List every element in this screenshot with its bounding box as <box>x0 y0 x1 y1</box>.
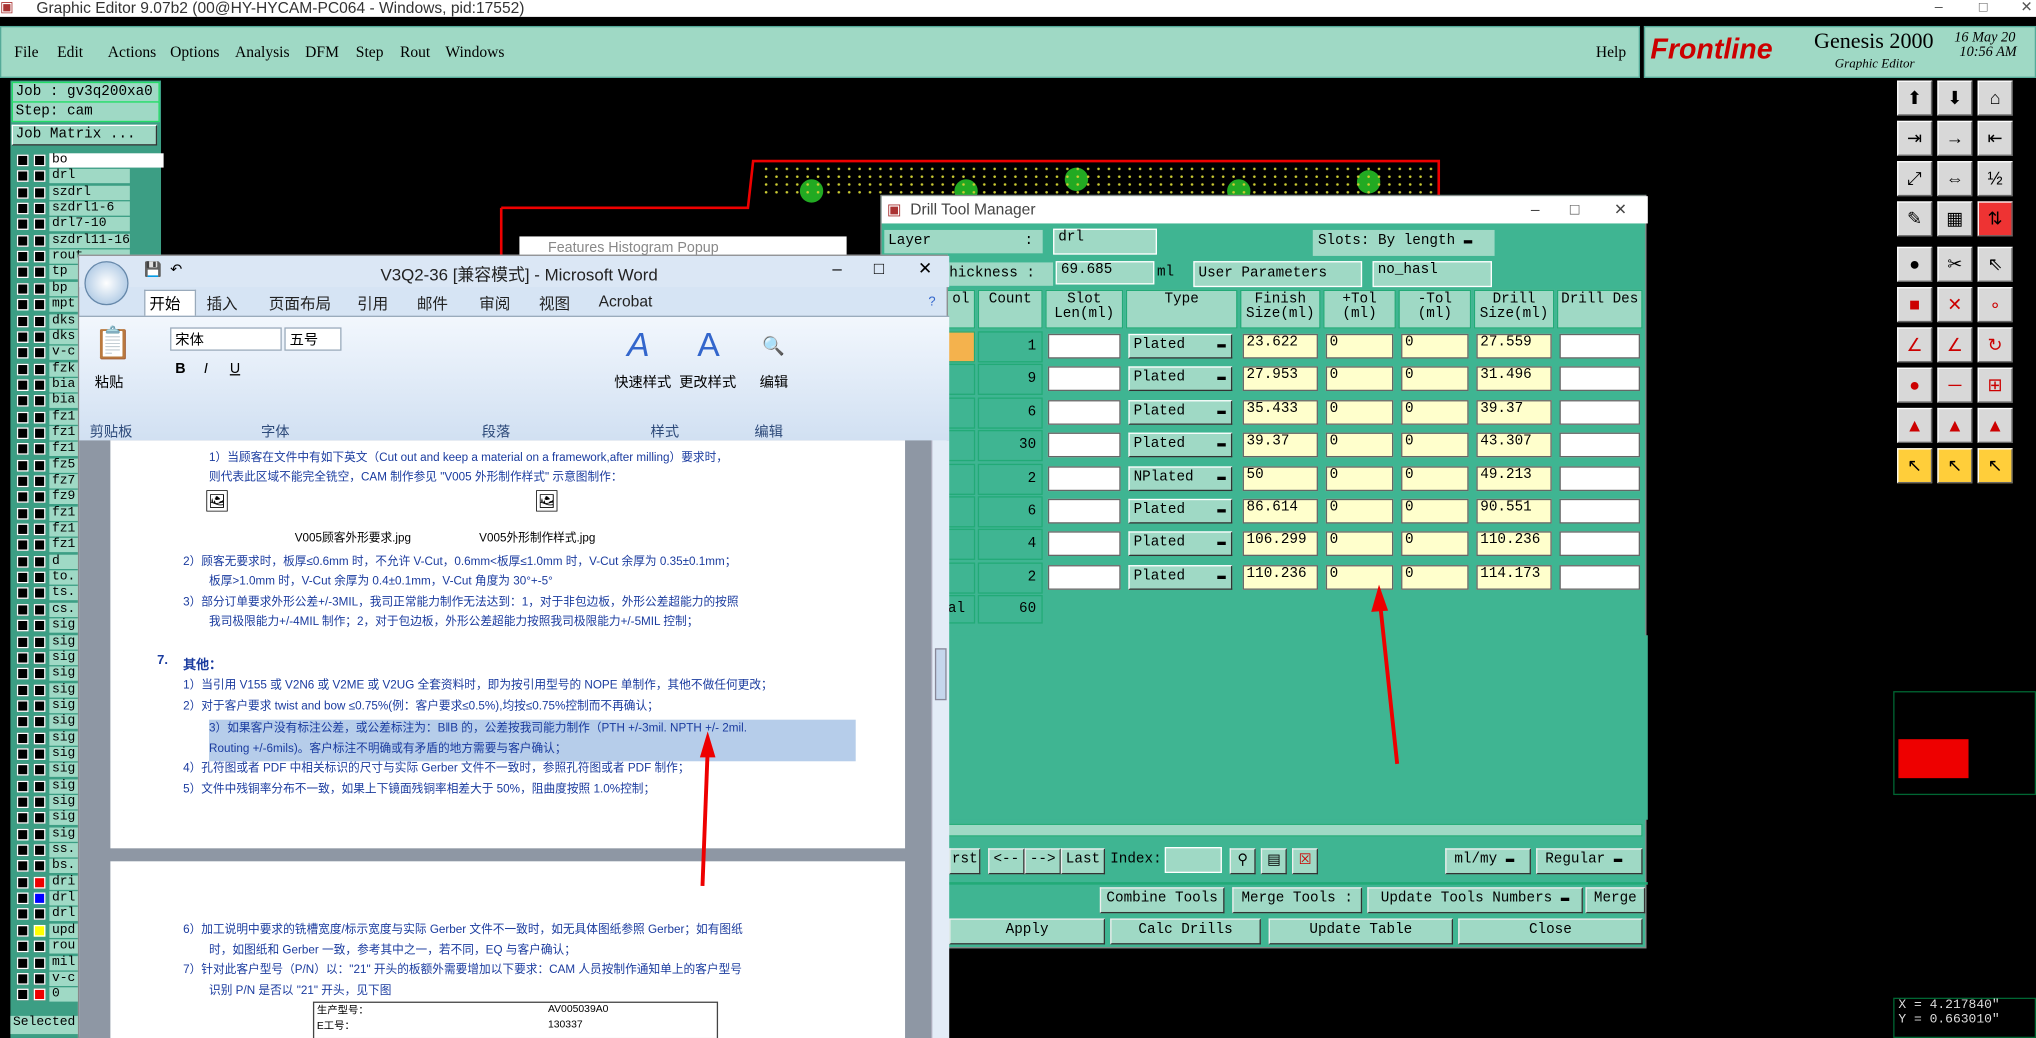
arrow-head <box>1371 584 1389 612</box>
arrow-head <box>699 731 716 758</box>
annotation-arrow <box>1378 605 1400 765</box>
annotation-layer <box>699 584 1400 887</box>
annotation-arrow <box>700 749 710 887</box>
